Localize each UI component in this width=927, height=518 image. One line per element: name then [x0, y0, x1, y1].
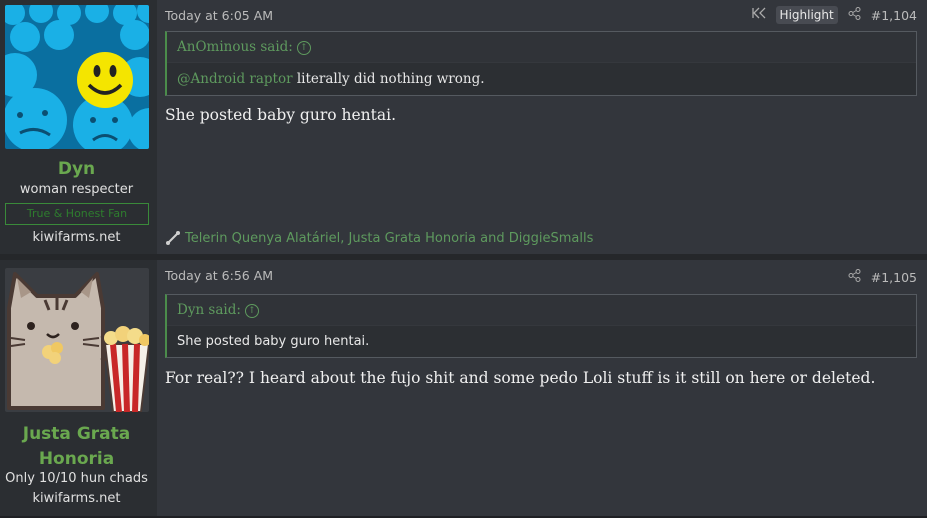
username-text[interactable]: Justa Grata Honoria [23, 424, 130, 469]
rewind-icon[interactable] [751, 7, 766, 23]
highlight-button[interactable]: Highlight [775, 6, 838, 24]
user-site: kiwifarms.net [32, 491, 121, 506]
user-info-column: Dyn woman respecter True & Honest Fan ki… [0, 0, 157, 254]
quote-block: Dyn said: ↑ She posted baby guro hentai. [165, 294, 917, 358]
post-date[interactable]: Today at 6:05 AM [165, 8, 273, 23]
quote-author[interactable]: AnOminous said: [177, 39, 293, 55]
post-number[interactable]: #1,104 [871, 8, 917, 23]
post-actions: #1,105 [848, 269, 917, 286]
user-title: woman respecter [19, 182, 134, 197]
quote-body: She posted baby guro hentai. [177, 334, 370, 349]
post-actions: Highlight #1,104 [751, 6, 917, 24]
reaction-users[interactable]: Telerin Quenya Alatáriel, Justa Grata Ho… [185, 231, 593, 246]
avatar[interactable] [5, 268, 149, 412]
reaction-icon [165, 230, 181, 246]
post-message: She posted baby guro hentai. [165, 106, 396, 124]
user-site: kiwifarms.net [32, 230, 121, 245]
user-info-column: Justa Grata Honoria Only 10/10 hun chads… [0, 260, 157, 516]
post-date[interactable]: Today at 6:56 AM [165, 268, 273, 283]
mention-link[interactable]: @Android raptor [177, 71, 293, 87]
quote-block: AnOminous said: ↑ @Android raptor literal… [165, 31, 917, 96]
pusheen-popcorn-icon [5, 268, 149, 412]
avatar[interactable] [5, 5, 149, 149]
post-main: Today at 6:05 AM Highlight #1,104 AnOmin… [157, 0, 927, 254]
quote-text: literally did nothing wrong. [292, 71, 485, 87]
post-1105: Justa Grata Honoria Only 10/10 hun chads… [0, 260, 927, 518]
post-1104: Dyn woman respecter True & Honest Fan ki… [0, 0, 927, 254]
quote-author[interactable]: Dyn said: [177, 302, 241, 318]
jump-to-quote-icon[interactable]: ↑ [296, 40, 311, 55]
username[interactable]: Justa Grata Honoria [0, 422, 153, 472]
post-main: Today at 6:56 AM #1,105 Dyn said: ↑ She p… [157, 260, 927, 516]
share-icon[interactable] [848, 6, 861, 24]
username[interactable]: Dyn [0, 157, 153, 182]
reactions-bar[interactable]: Telerin Quenya Alatáriel, Justa Grata Ho… [165, 230, 593, 246]
share-icon[interactable] [848, 269, 861, 286]
blue-smiley-balls-icon [5, 5, 149, 149]
quote-attribution[interactable]: AnOminous said: ↑ [167, 32, 916, 63]
quote-body: @Android raptor literally did nothing wr… [167, 63, 916, 95]
user-title: Only 10/10 hun chads [5, 471, 148, 486]
jump-to-quote-icon[interactable]: ↑ [244, 303, 259, 318]
user-banner: True & Honest Fan [5, 203, 149, 225]
quote-attribution[interactable]: Dyn said: ↑ [167, 295, 916, 326]
post-number[interactable]: #1,105 [871, 270, 917, 285]
post-message: For real?? I heard about the fujo shit a… [165, 369, 876, 387]
